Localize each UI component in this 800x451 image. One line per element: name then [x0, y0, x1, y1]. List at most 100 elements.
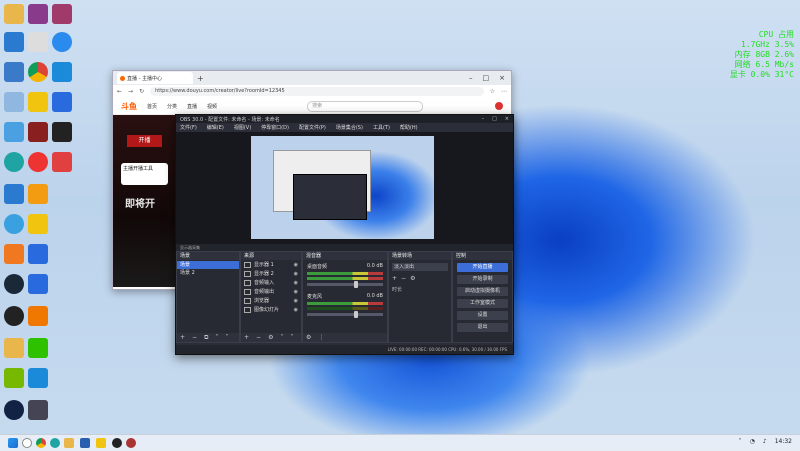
minimize-icon[interactable]: – — [469, 74, 473, 82]
app-icon[interactable] — [126, 438, 136, 448]
up-icon[interactable]: ˄ — [280, 334, 283, 341]
start-recording-button[interactable]: 开始录制 — [457, 275, 508, 284]
transition-select[interactable]: 淡入淡出 — [392, 263, 448, 271]
gear-icon[interactable]: ⚙ — [410, 275, 415, 282]
remove-icon[interactable]: − — [256, 334, 261, 341]
source-item[interactable]: 音频输入 ◉ — [241, 278, 301, 287]
exit-button[interactable]: 退出 — [457, 323, 508, 332]
source-item[interactable]: 显示器 1 ◉ — [241, 260, 301, 269]
folder-icon[interactable] — [64, 438, 74, 448]
desktop-icon-calendar[interactable] — [52, 152, 72, 172]
add-icon[interactable]: + — [180, 334, 185, 341]
gear-icon[interactable]: ⚙ — [306, 334, 311, 341]
site-search-input[interactable]: 搜索 — [307, 100, 424, 112]
desktop-icon-flame[interactable] — [28, 184, 48, 204]
down-icon[interactable]: ˅ — [290, 334, 293, 341]
more-icon[interactable]: ⋮ — [318, 334, 324, 341]
desktop-icon-folder-2[interactable] — [4, 338, 24, 358]
up-icon[interactable]: ˄ — [215, 334, 218, 341]
nav-item[interactable]: 视频 — [207, 103, 217, 110]
desktop-icon-recycle[interactable] — [4, 92, 24, 112]
menu-item[interactable]: 工具(T) — [373, 124, 390, 131]
down-icon[interactable]: ˅ — [225, 334, 228, 341]
maximize-icon[interactable]: □ — [483, 74, 490, 82]
menu-icon[interactable]: ⋯ — [501, 88, 507, 95]
start-streaming-button[interactable]: 开始直播 — [457, 263, 508, 272]
word-icon[interactable] — [80, 438, 90, 448]
remove-icon[interactable]: − — [401, 275, 406, 282]
desktop-icon-wechat[interactable] — [28, 338, 48, 358]
eye-icon[interactable]: ◉ — [294, 298, 298, 304]
desktop-icon-media[interactable] — [28, 274, 48, 294]
nav-item[interactable]: 分类 — [167, 103, 177, 110]
desktop-icon-monitor[interactable] — [4, 32, 24, 52]
desktop-icon-music[interactable] — [28, 152, 48, 172]
volume-icon[interactable]: ♪ — [763, 438, 767, 445]
menu-item[interactable]: 文件(F) — [180, 124, 197, 131]
forward-icon[interactable]: → — [128, 88, 133, 95]
eye-icon[interactable]: ◉ — [294, 262, 298, 268]
chrome-icon[interactable] — [36, 438, 46, 448]
eye-icon[interactable]: ◉ — [294, 289, 298, 295]
virtual-camera-button[interactable]: 启动虚拟摄像机 — [457, 287, 508, 296]
gear-icon[interactable]: ⚙ — [268, 334, 273, 341]
chevron-up-icon[interactable]: ˄ — [739, 438, 742, 445]
obs-icon[interactable] — [112, 438, 122, 448]
desktop-icon-vlc[interactable] — [28, 306, 48, 326]
nav-item[interactable]: 首页 — [147, 103, 157, 110]
eye-icon[interactable]: ◉ — [294, 280, 298, 286]
close-icon[interactable]: × — [505, 116, 509, 122]
desktop-icon-messenger[interactable] — [52, 32, 72, 52]
volume-slider[interactable] — [307, 311, 383, 318]
desktop-icon-obs[interactable] — [4, 306, 24, 326]
desktop-icon-nvidia[interactable] — [4, 368, 24, 388]
preview-area[interactable] — [176, 132, 513, 244]
minimize-icon[interactable]: – — [482, 116, 485, 122]
settings-button[interactable]: 设置 — [457, 311, 508, 320]
source-item[interactable]: 图像幻灯片 ◉ — [241, 305, 301, 314]
desktop-icon-winrar[interactable] — [28, 4, 48, 24]
desktop-icon-play[interactable] — [28, 244, 48, 264]
desktop-icon-edge[interactable] — [4, 152, 24, 172]
new-tab-icon[interactable]: + — [197, 74, 204, 83]
back-icon[interactable]: ← — [117, 88, 122, 95]
desktop-icon-qr[interactable] — [52, 122, 72, 142]
edge-icon[interactable] — [50, 438, 60, 448]
eye-icon[interactable]: ◉ — [294, 307, 298, 313]
star-icon[interactable]: ☆ — [490, 88, 495, 95]
volume-slider[interactable] — [307, 281, 383, 288]
desktop-icon-folder[interactable] — [4, 4, 24, 24]
desktop-icon-cloud[interactable] — [52, 62, 72, 82]
start-live-button[interactable]: 开播 — [127, 135, 162, 147]
desktop-icon-blue-app[interactable] — [28, 368, 48, 388]
site-logo[interactable]: 斗鱼 — [121, 101, 137, 112]
refresh-icon[interactable]: ↻ — [139, 88, 144, 95]
scene-item[interactable]: 场景 — [177, 261, 239, 269]
url-input[interactable]: https://www.douyu.com/creator/live?roomI… — [150, 87, 484, 96]
nav-item[interactable]: 直播 — [187, 103, 197, 110]
desktop-icon-red-app[interactable] — [28, 122, 48, 142]
desktop-icon-game[interactable] — [28, 400, 48, 420]
desktop-icon-orange[interactable] — [4, 244, 24, 264]
avatar[interactable] — [495, 102, 503, 110]
notes-icon[interactable] — [96, 438, 106, 448]
menu-item[interactable]: 编辑(E) — [207, 124, 224, 131]
add-icon[interactable]: + — [392, 275, 397, 282]
browser-tab[interactable]: 直播 - 主播中心 — [117, 72, 193, 84]
clock[interactable]: 14:32 — [775, 438, 792, 445]
close-icon[interactable]: × — [499, 74, 505, 82]
wifi-icon[interactable]: ◔ — [750, 438, 755, 445]
desktop-icon-player[interactable] — [52, 92, 72, 112]
slider-handle[interactable] — [354, 281, 359, 288]
add-icon[interactable]: + — [244, 334, 249, 341]
menu-item[interactable]: 配置文件(P) — [299, 124, 326, 131]
desktop-icon-settings[interactable] — [4, 62, 24, 82]
source-item[interactable]: 音频输出 ◉ — [241, 287, 301, 296]
source-item[interactable]: 浏览器 ◉ — [241, 296, 301, 305]
remove-icon[interactable]: − — [192, 334, 197, 341]
obs-window[interactable]: OBS 30.0 - 配置文件: 未命名 - 场景: 未命名 – □ × 文件(F)… — [175, 114, 514, 355]
slider-handle[interactable] — [354, 311, 359, 318]
desktop-icon-chrome[interactable] — [28, 62, 48, 82]
menu-item[interactable]: 场景集合(S) — [336, 124, 363, 131]
desktop-icon-store[interactable] — [4, 184, 24, 204]
